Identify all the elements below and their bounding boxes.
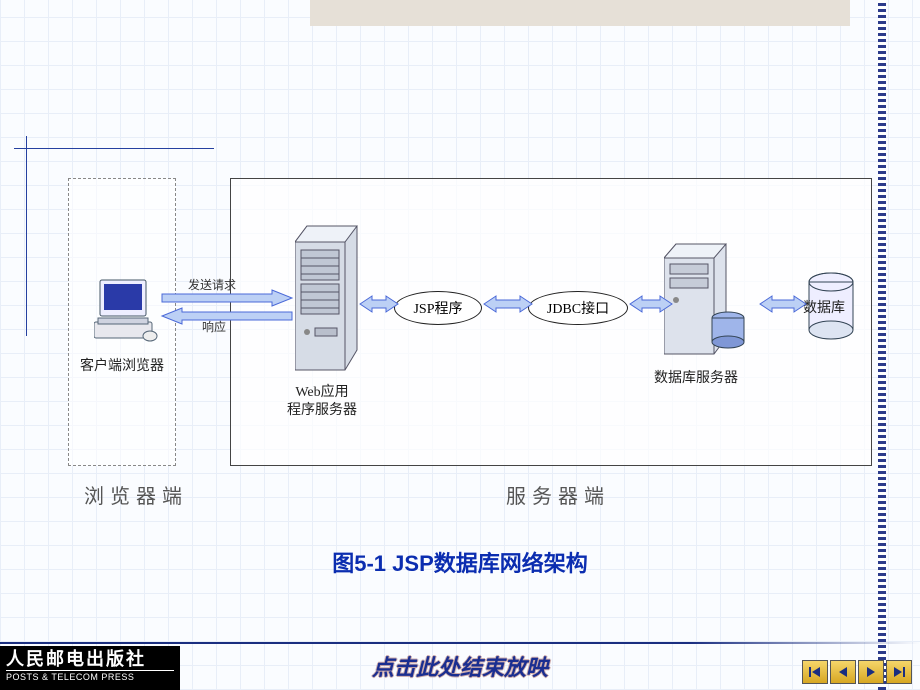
- end-show-text[interactable]: 点击此处结束放映: [0, 650, 920, 682]
- client-section-label: 浏览器端: [84, 480, 188, 509]
- nav-prev-button[interactable]: [830, 660, 856, 684]
- db-server-icon: [664, 242, 746, 365]
- client-pc-icon: [94, 278, 158, 355]
- slide-nav: [802, 660, 912, 684]
- client-pc-label: 客户端浏览器: [62, 358, 182, 376]
- db-server-label: 数据库服务器: [636, 370, 756, 388]
- right-decor-stripe: [878, 0, 886, 690]
- server-section-label: 服务器端: [506, 480, 610, 509]
- nav-last-button[interactable]: [886, 660, 912, 684]
- nav-first-button[interactable]: [802, 660, 828, 684]
- jdbc-node: JDBC接口: [528, 291, 628, 325]
- decor-vline: [26, 136, 27, 336]
- database-label: 数据库: [798, 300, 850, 318]
- figure-caption: 图5-1 JSP数据库网络架构: [0, 546, 920, 578]
- decor-hline: [14, 148, 214, 149]
- web-server-label: Web应用 程序服务器: [262, 384, 382, 420]
- jsp-node: JSP程序: [394, 291, 482, 325]
- web-server-icon: [295, 222, 361, 377]
- top-decor-band: [310, 0, 850, 26]
- edge-label-request: 发送请求: [188, 276, 236, 293]
- edge-label-response: 响应: [202, 318, 226, 335]
- nav-next-button[interactable]: [858, 660, 884, 684]
- footer-divider: [0, 642, 920, 644]
